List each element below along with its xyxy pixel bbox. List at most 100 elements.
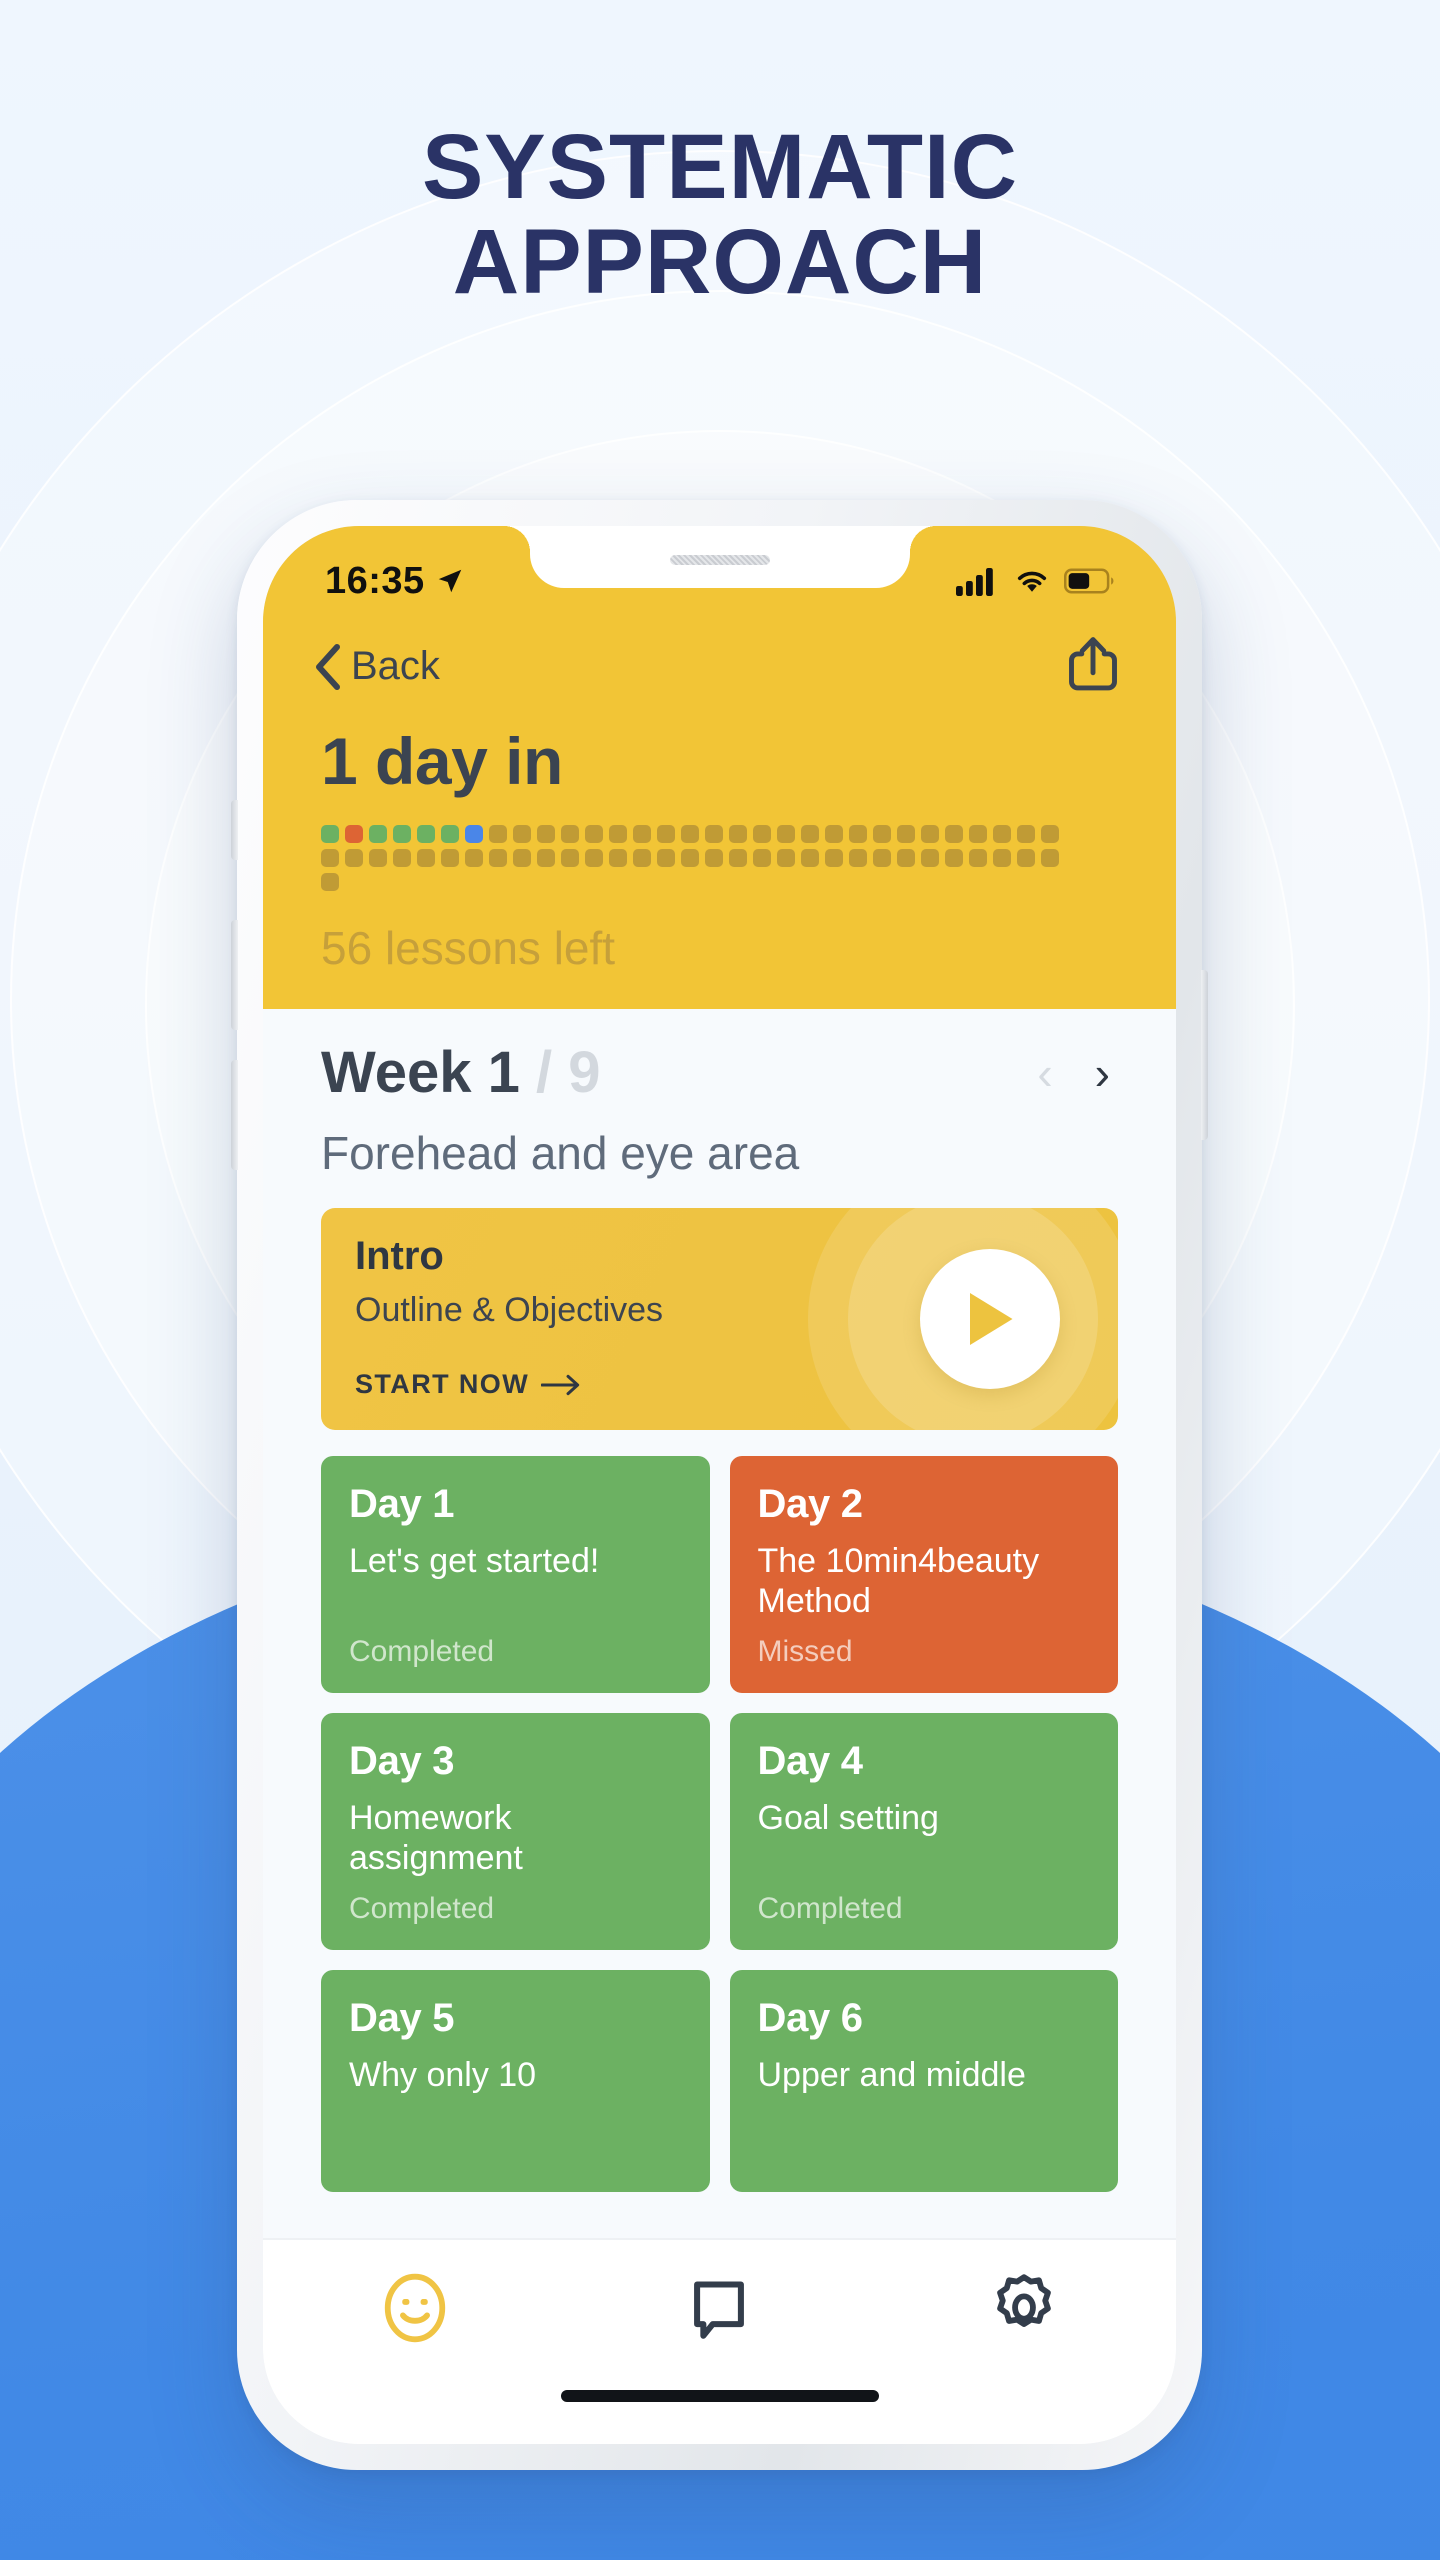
progress-dot: [609, 849, 627, 867]
progress-dot: [537, 825, 555, 843]
progress-dot: [633, 849, 651, 867]
hero-title-line-2: APPROACH: [452, 210, 988, 313]
progress-dot: [897, 849, 915, 867]
day-card-grid: Day 1 Let's get started! Completed Day 2 The…: [321, 1456, 1118, 2193]
hero-title: SYSTEMATIC APPROACH: [0, 120, 1440, 310]
progress-dot: [321, 873, 339, 891]
day-card[interactable]: Day 5 Why only 10: [321, 1970, 710, 2193]
progress-dot: [801, 849, 819, 867]
progress-dot: [993, 849, 1011, 867]
day-card-number: Day 6: [757, 1996, 864, 2041]
day-card[interactable]: Day 2 The 10min4beauty Method Missed: [729, 1456, 1118, 1694]
progress-dot: [945, 849, 963, 867]
progress-dot: [825, 849, 843, 867]
progress-dot: [489, 825, 507, 843]
play-icon: [970, 1293, 1013, 1345]
progress-dot: [417, 825, 435, 843]
play-button[interactable]: [920, 1249, 1060, 1389]
progress-dot: [873, 825, 891, 843]
location-arrow-icon: [438, 569, 461, 593]
progress-dot: [753, 849, 771, 867]
progress-dot: [969, 849, 987, 867]
progress-dot: [681, 825, 699, 843]
phone-volume-down-button: [231, 1060, 238, 1170]
progress-dot: [705, 849, 723, 867]
week-next-button[interactable]: ›: [1095, 1050, 1110, 1096]
progress-dot: [657, 825, 675, 843]
status-bar: 16:35: [263, 526, 1176, 618]
phone-notch: [503, 526, 910, 588]
week-header-row: Week 1 / 9 ‹ ›: [321, 1039, 1118, 1106]
home-indicator: [560, 2390, 879, 2402]
share-icon: [1069, 637, 1117, 691]
main-content: Week 1 / 9 ‹ › Forehead and eye area Int…: [263, 1009, 1176, 2444]
share-button[interactable]: [1068, 636, 1118, 697]
week-current-label: Week 1: [321, 1040, 520, 1105]
day-card-number: Day 2: [757, 1482, 864, 1526]
day-card-number: Day 1: [349, 1482, 455, 1526]
battery-icon: [1064, 568, 1114, 594]
tab-settings[interactable]: [949, 2270, 1099, 2346]
week-prev-button[interactable]: ‹: [1037, 1050, 1052, 1096]
tab-chat[interactable]: [644, 2270, 794, 2346]
week-navigation: ‹ ›: [1037, 1050, 1118, 1096]
progress-dot: [849, 825, 867, 843]
status-bar-time-group: 16:35: [325, 560, 465, 603]
progress-dot: [1041, 825, 1059, 843]
cellular-signal-icon: [956, 568, 993, 596]
day-card-status: Completed: [349, 1635, 495, 1669]
progress-dot: [801, 825, 819, 843]
progress-dot: [465, 825, 483, 843]
progress-dot: [945, 825, 963, 843]
lessons-left-label: 56 lessons left: [321, 922, 616, 974]
day-card-number: Day 4: [757, 1739, 864, 1784]
week-total-label: 9: [568, 1040, 601, 1105]
progress-dot: [417, 849, 435, 867]
day-card-status: Missed: [757, 1635, 853, 1669]
back-button-label: Back: [351, 644, 440, 688]
progress-dot: [537, 849, 555, 867]
app-screen: 16:35 Back 1 day in 56 lessons left Week…: [263, 526, 1176, 2444]
progress-dot: [321, 825, 339, 843]
phone-volume-up-button: [231, 920, 238, 1030]
earpiece-speaker: [669, 555, 770, 565]
progress-dot: [345, 825, 363, 843]
back-button[interactable]: Back: [313, 643, 440, 691]
day-card-description: Homework assignment: [349, 1799, 523, 1878]
bottom-tab-bar: [263, 2238, 1176, 2444]
progress-dot: [1017, 849, 1035, 867]
day-card[interactable]: Day 1 Let's get started! Completed: [321, 1456, 710, 1694]
progress-dot: [585, 825, 603, 843]
progress-dot: [897, 825, 915, 843]
phone-screen-bezel: 16:35 Back 1 day in 56 lessons left Week…: [263, 526, 1176, 2444]
app-header: 16:35 Back 1 day in 56 lessons left: [263, 526, 1176, 1009]
tab-mood[interactable]: [340, 2270, 490, 2346]
week-subtitle: Forehead and eye area: [321, 1127, 800, 1179]
day-card-status: Completed: [349, 1892, 495, 1926]
progress-dot: [921, 849, 939, 867]
progress-dot: [369, 825, 387, 843]
day-card[interactable]: Day 6 Upper and middle: [729, 1970, 1118, 2193]
progress-dot: [681, 849, 699, 867]
day-card[interactable]: Day 4 Goal setting Completed: [729, 1713, 1118, 1951]
day-card-status: Completed: [757, 1892, 903, 1926]
start-now-button[interactable]: START NOW: [355, 1369, 581, 1400]
week-title: Week 1 / 9: [321, 1039, 600, 1106]
progress-dot: [441, 825, 459, 843]
progress-dot: [849, 849, 867, 867]
progress-dot: [969, 825, 987, 843]
day-card-number: Day 5: [349, 1996, 455, 2041]
progress-dot: [777, 849, 795, 867]
progress-dot: [489, 849, 507, 867]
progress-dot: [609, 825, 627, 843]
progress-dot: [921, 825, 939, 843]
progress-dot: [321, 849, 339, 867]
progress-dot: [561, 849, 579, 867]
progress-dot: [705, 825, 723, 843]
day-card[interactable]: Day 3 Homework assignment Completed: [321, 1713, 710, 1951]
progress-dot: [393, 849, 411, 867]
progress-dot: [513, 849, 531, 867]
intro-lesson-card[interactable]: Intro Outline & Objectives START NOW: [321, 1208, 1118, 1430]
chevron-left-icon: [316, 643, 340, 690]
progress-dot: [729, 849, 747, 867]
